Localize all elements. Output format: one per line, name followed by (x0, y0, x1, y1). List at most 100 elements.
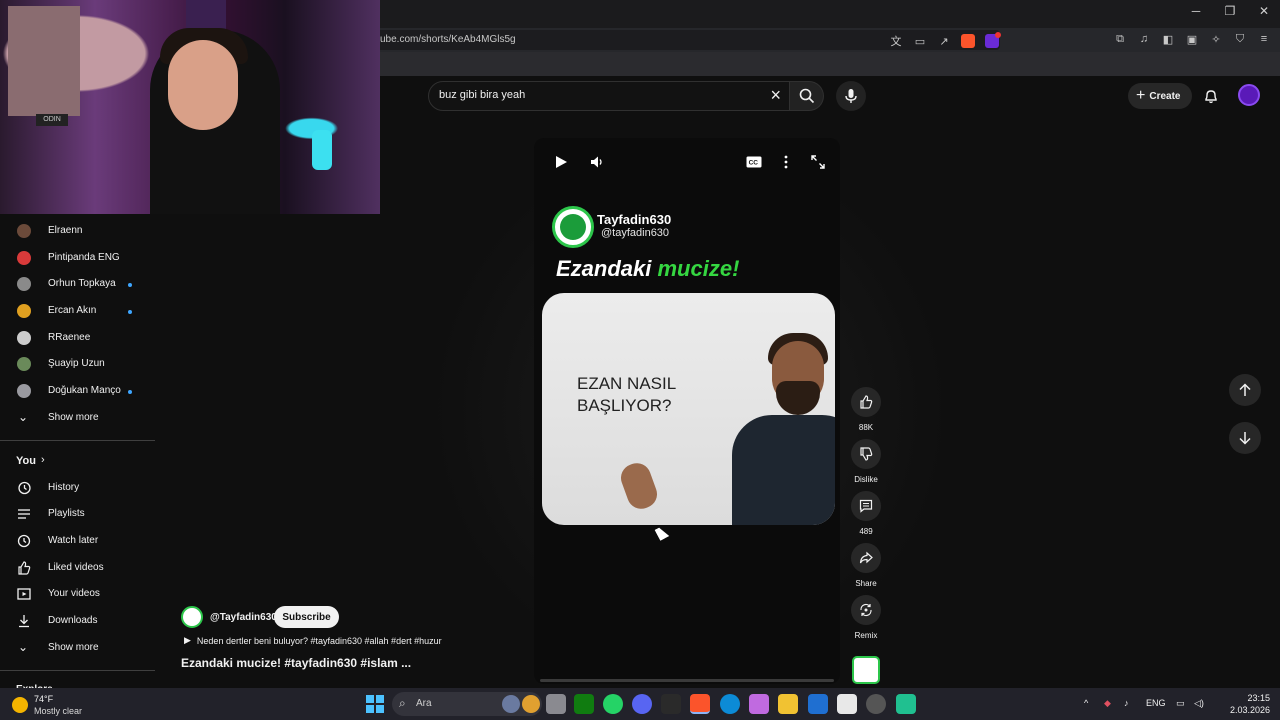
remix-action[interactable]: Remix (850, 595, 882, 640)
cast-icon[interactable]: ▭ (912, 33, 928, 49)
subscription-item[interactable]: RRaenee (0, 325, 155, 351)
fullscreen-button[interactable] (808, 152, 828, 172)
share-button[interactable] (851, 543, 881, 573)
tray-overflow-icon[interactable]: ^ (1084, 698, 1088, 708)
you-section-title[interactable]: You (16, 455, 36, 467)
tab-search-icon[interactable]: ⧉ (1112, 31, 1128, 47)
close-window-icon[interactable]: ✕ (1256, 4, 1272, 18)
show-more-you[interactable]: ⌄ Show more (0, 635, 155, 661)
sidebar-item-watch-later[interactable]: Watch later (0, 528, 155, 554)
video-channel-name: Tayfadin630 (597, 212, 672, 227)
subscription-name: Ercan Akın (48, 305, 97, 316)
whatsapp-icon[interactable] (603, 694, 623, 714)
store-icon[interactable] (837, 694, 857, 714)
app-icon[interactable] (896, 694, 916, 714)
subscription-item[interactable]: Pintipanda ENG (0, 245, 155, 271)
wallet-icon[interactable]: ▣ (1184, 31, 1200, 47)
subscription-item[interactable]: Ercan Akın (0, 298, 155, 324)
channel-audio-thumbnail[interactable] (852, 656, 880, 684)
share-page-icon[interactable]: ↗ (936, 33, 952, 49)
sidebar-toggle-icon[interactable]: ◧ (1160, 31, 1176, 47)
dislike-button[interactable] (851, 439, 881, 469)
volume-tray-icon[interactable]: ◁) (1194, 698, 1204, 709)
media-icon[interactable]: ♫ (1136, 31, 1152, 47)
subscription-item[interactable]: Şuayip Uzun (0, 351, 155, 377)
translate-icon[interactable]: 文 (888, 33, 904, 49)
discord-icon[interactable] (632, 694, 652, 714)
comments-button[interactable] (851, 491, 881, 521)
remix-button[interactable] (851, 595, 881, 625)
previous-short-button[interactable] (1229, 374, 1261, 406)
mail-icon[interactable] (808, 694, 828, 714)
brave-taskbar-icon[interactable] (690, 694, 710, 714)
leo-ai-icon[interactable]: ✧ (1208, 31, 1224, 47)
webcam-sign: ODIN (36, 114, 68, 126)
taskbar-search[interactable]: ⌕ Ara (392, 692, 542, 716)
sidebar-item-liked-videos[interactable]: Liked videos (0, 555, 155, 581)
more-options-button[interactable] (776, 152, 796, 172)
info-channel-handle[interactable]: @Tayfadin630 (210, 612, 277, 623)
next-short-button[interactable] (1229, 422, 1261, 454)
brave-shields-icon[interactable] (960, 33, 976, 49)
show-more-subscriptions[interactable]: ⌄ Show more (0, 405, 155, 431)
copilot-app-icon[interactable] (749, 694, 769, 714)
fullscreen-icon (811, 155, 825, 169)
subscription-item[interactable]: Doğukan Manço (0, 378, 155, 404)
file-explorer-icon[interactable] (778, 694, 798, 714)
history-icon (16, 480, 32, 496)
tray-mic-icon[interactable]: ♪ (1124, 698, 1129, 708)
volume-button[interactable] (587, 152, 607, 172)
vpn-icon[interactable]: ⛉ (1232, 31, 1248, 47)
short-title[interactable]: Ezandaki mucize! #tayfadin630 #islam ... (181, 656, 411, 670)
minimize-icon[interactable]: ─ (1188, 4, 1204, 18)
remix-icon (860, 603, 872, 617)
task-view-icon[interactable] (546, 694, 566, 714)
account-avatar[interactable] (1238, 84, 1260, 106)
restore-icon[interactable]: ❐ (1222, 4, 1238, 18)
sidebar-item-your-videos[interactable]: Your videos (0, 581, 155, 607)
like-action[interactable]: 88K (850, 387, 882, 432)
notifications-icon[interactable] (1200, 85, 1222, 107)
chevron-right-icon[interactable]: › (41, 454, 45, 466)
share-action[interactable]: Share (850, 543, 882, 588)
sidebar-item-history[interactable]: History (0, 475, 155, 501)
sidebar-item-downloads[interactable]: Downloads (0, 608, 155, 634)
settings-icon[interactable] (866, 694, 886, 714)
copilot-icon[interactable] (502, 695, 520, 713)
brave-rewards-icon[interactable] (984, 32, 1001, 49)
play-button[interactable] (551, 152, 571, 172)
voice-search-button[interactable] (836, 81, 866, 111)
menu-icon[interactable]: ≡ (1256, 31, 1272, 47)
xbox-icon[interactable] (574, 694, 594, 714)
kick-app-icon[interactable] (661, 694, 681, 714)
shorts-player[interactable]: CC Tayfadin630 @tayfadin630 Ezandaki muc… (534, 138, 840, 684)
edge-icon[interactable] (720, 694, 740, 714)
tray-app-icon[interactable]: ◆ (1104, 698, 1111, 709)
info-channel-avatar[interactable] (181, 606, 203, 628)
clear-search-icon[interactable]: × (770, 85, 781, 106)
network-icon[interactable]: ▭ (1176, 698, 1185, 709)
start-button[interactable] (366, 695, 384, 713)
chevron-down-icon: ⌄ (18, 410, 29, 424)
like-count: 88K (858, 423, 874, 432)
subscription-item[interactable]: Orhun Topkaya (0, 271, 155, 297)
search-query-text[interactable]: buz gibi bira yeah (439, 89, 525, 101)
like-button[interactable] (851, 387, 881, 417)
search-button[interactable] (790, 81, 824, 111)
create-button[interactable]: + Create (1128, 83, 1193, 109)
language-indicator[interactable]: ENG (1146, 698, 1166, 708)
dislike-action[interactable]: Dislike (850, 439, 882, 484)
search-input[interactable]: buz gibi bira yeah × (428, 81, 790, 111)
sound-link[interactable]: ▶ Neden dertler beni buluyor? #tayfadin6… (184, 635, 442, 646)
url-text[interactable]: ube.com/shorts/KeAb4MGls5g (380, 34, 516, 45)
sidebar-item-playlists[interactable]: Playlists (0, 501, 155, 527)
comments-action[interactable]: 489 (850, 491, 882, 536)
clock-time[interactable]: 23:15 (1247, 693, 1270, 703)
subscription-item[interactable]: Elraenn (0, 218, 155, 244)
clock-date[interactable]: 2.03.2026 (1230, 705, 1270, 715)
subscribe-button[interactable]: Subscribe (274, 606, 339, 628)
video-progress-bar[interactable] (540, 679, 834, 682)
webcam-overlay: ODIN (0, 0, 380, 214)
widget-icon[interactable] (522, 695, 540, 713)
captions-button[interactable]: CC (744, 152, 764, 172)
